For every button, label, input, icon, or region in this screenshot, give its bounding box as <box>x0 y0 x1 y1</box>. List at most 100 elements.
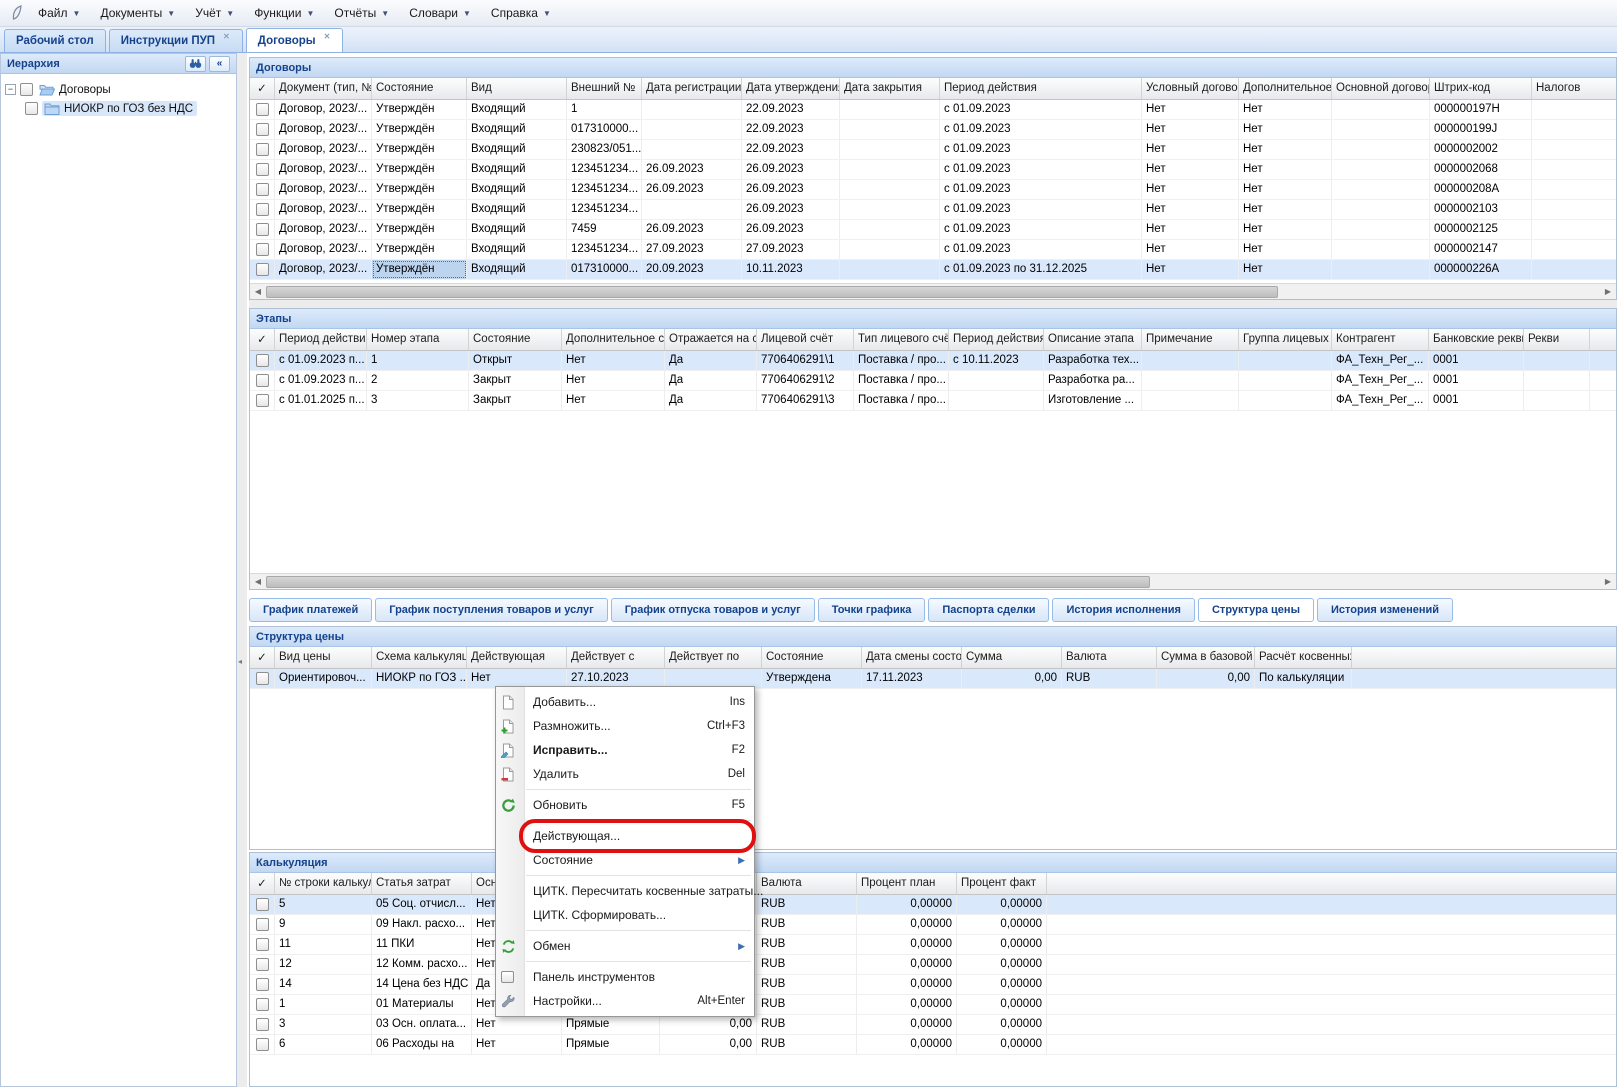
menu-item-2[interactable]: Размножить...Ctrl+F3 <box>496 714 754 738</box>
table-row[interactable]: 303 Осн. оплата...НетПрямые0,00RUB0,0000… <box>250 1015 1616 1035</box>
table-row[interactable]: Договор, 2023/...УтверждёнВходящий745926… <box>250 220 1616 240</box>
tab-3[interactable]: Договоры✕ <box>246 28 344 52</box>
column-header[interactable]: Период действия.. <box>275 329 367 350</box>
tree-node-contracts[interactable]: − Договоры <box>5 80 232 99</box>
column-header[interactable]: Штрих-код <box>1430 78 1532 99</box>
column-header[interactable]: Тип лицевого счёт <box>854 329 949 350</box>
row-checkbox[interactable] <box>256 143 269 156</box>
column-header[interactable]: Сумма в базовой в <box>1157 647 1255 668</box>
contracts-hscrollbar[interactable]: ◀ ▶ <box>250 283 1616 299</box>
column-header[interactable]: Контрагент <box>1332 329 1429 350</box>
column-header[interactable]: Расчёт косвенных <box>1255 647 1352 668</box>
subtab-7[interactable]: Структура цены <box>1198 598 1314 622</box>
row-checkbox[interactable] <box>256 374 269 387</box>
table-row[interactable]: с 01.09.2023 п...2ЗакрытНетДа7706406291\… <box>250 371 1616 391</box>
column-header[interactable]: Рекви <box>1524 329 1590 350</box>
row-checkbox[interactable] <box>256 394 269 407</box>
subtab-8[interactable]: История изменений <box>1317 598 1453 622</box>
select-all-column-header[interactable]: ✓ <box>250 647 275 668</box>
column-header[interactable]: Банковские рекви <box>1429 329 1524 350</box>
tree-expander-icon[interactable]: − <box>5 84 16 95</box>
column-header[interactable]: Дата регистрации. <box>642 78 742 99</box>
row-checkbox[interactable] <box>256 243 269 256</box>
column-header[interactable]: Дата смены состоя <box>862 647 962 668</box>
menu-item-12[interactable]: Настройки...Alt+Enter <box>496 989 754 1013</box>
column-header[interactable]: Состояние <box>469 329 562 350</box>
table-row[interactable]: Договор, 2023/...УтверждёнВходящий123451… <box>250 200 1616 220</box>
stages-hscrollbar[interactable]: ◀ ▶ <box>250 573 1616 589</box>
column-header[interactable]: Процент план <box>857 873 957 894</box>
column-header[interactable]: № строки калькул <box>275 873 372 894</box>
table-row[interactable]: 606 Расходы наНетПрямые0,00RUB0,000000,0… <box>250 1035 1616 1055</box>
table-row[interactable]: 505 Соц. отчисл...НетRUB0,000000,00000 <box>250 895 1616 915</box>
column-header[interactable]: Налогов <box>1532 78 1616 99</box>
menubar-item-3[interactable]: Учёт▼ <box>185 2 244 24</box>
row-checkbox[interactable] <box>256 918 269 931</box>
tab-1[interactable]: Рабочий стол <box>4 29 106 52</box>
column-header[interactable]: Документ (тип, № <box>275 78 372 99</box>
column-header[interactable]: Состояние <box>762 647 862 668</box>
row-checkbox[interactable] <box>256 898 269 911</box>
table-row[interactable]: Ориентировоч...НИОКР по ГОЗ ...Нет27.10.… <box>250 669 1616 689</box>
tab-close-icon[interactable]: ✕ <box>222 32 231 42</box>
table-row[interactable]: Договор, 2023/...УтверждёнВходящий123451… <box>250 240 1616 260</box>
table-row[interactable]: 909 Накл. расхо...НетRUB0,000000,00000 <box>250 915 1616 935</box>
column-header[interactable]: Схема калькуляци <box>372 647 467 668</box>
menu-item-7[interactable]: Состояние▶ <box>496 848 754 872</box>
menu-item-1[interactable]: Добавить...Ins <box>496 690 754 714</box>
column-header[interactable]: Статья затрат <box>372 873 472 894</box>
search-binoculars-button[interactable] <box>185 56 206 72</box>
subtab-5[interactable]: Паспорта сделки <box>928 598 1049 622</box>
column-header[interactable]: Валюта <box>1062 647 1157 668</box>
table-row[interactable]: Договор, 2023/...УтверждёнВходящий122.09… <box>250 100 1616 120</box>
menu-item-9[interactable]: ЦИТК. Сформировать... <box>496 903 754 927</box>
select-all-column-header[interactable]: ✓ <box>250 873 275 894</box>
menu-item-4[interactable]: УдалитьDel <box>496 762 754 786</box>
subtab-3[interactable]: График отпуска товаров и услуг <box>611 598 815 622</box>
row-checkbox[interactable] <box>256 223 269 236</box>
menu-item-3[interactable]: Исправить...F2 <box>496 738 754 762</box>
column-header[interactable]: Состояние <box>372 78 467 99</box>
menubar-item-4[interactable]: Функции▼ <box>244 2 324 24</box>
scrollbar-thumb[interactable] <box>266 286 1278 298</box>
table-row[interactable]: Договор, 2023/...УтверждёнВходящий017310… <box>250 120 1616 140</box>
table-row[interactable]: Договор, 2023/...УтверждёнВходящий017310… <box>250 260 1616 280</box>
vertical-splitter[interactable]: ◂ <box>237 53 247 1087</box>
subtab-6[interactable]: История исполнения <box>1052 598 1195 622</box>
horizontal-splitter[interactable] <box>249 300 1617 308</box>
column-header[interactable]: Лицевой счёт <box>757 329 854 350</box>
subtab-2[interactable]: График поступления товаров и услуг <box>375 598 607 622</box>
column-header[interactable]: Процент факт <box>957 873 1047 894</box>
collapse-panel-button[interactable]: « <box>209 56 230 72</box>
tree-node-content[interactable]: НИОКР по ГОЗ без НДС <box>42 101 197 116</box>
column-header[interactable]: Условный договор <box>1142 78 1239 99</box>
column-header[interactable]: Описание этапа <box>1044 329 1142 350</box>
select-all-column-header[interactable]: ✓ <box>250 78 275 99</box>
scrollbar-thumb[interactable] <box>266 576 1150 588</box>
column-header[interactable]: Дополнительное с <box>1239 78 1332 99</box>
column-header[interactable]: Примечание <box>1142 329 1239 350</box>
column-header[interactable]: Сумма <box>962 647 1062 668</box>
scroll-right-icon[interactable]: ▶ <box>1600 574 1616 589</box>
menubar-item-5[interactable]: Отчёты▼ <box>324 2 399 24</box>
table-row[interactable]: 1111 ПКИНетRUB0,000000,00000 <box>250 935 1616 955</box>
menu-item-5[interactable]: ОбновитьF5 <box>496 793 754 817</box>
column-header[interactable]: Номер этапа <box>367 329 469 350</box>
tree-node-niokr[interactable]: НИОКР по ГОЗ без НДС <box>5 99 232 118</box>
row-checkbox[interactable] <box>256 183 269 196</box>
table-row[interactable]: 101 МатериалыНетПрямые0,00RUB0,000000,00… <box>250 995 1616 1015</box>
column-header[interactable]: Дата утверждения <box>742 78 840 99</box>
column-header[interactable]: Действующая <box>467 647 567 668</box>
menubar-item-1[interactable]: Файл▼ <box>28 2 90 24</box>
row-checkbox[interactable] <box>256 998 269 1011</box>
scroll-right-icon[interactable]: ▶ <box>1600 284 1616 299</box>
row-checkbox[interactable] <box>256 938 269 951</box>
menu-item-6[interactable]: Действующая... <box>496 824 754 848</box>
column-header[interactable]: Валюта <box>757 873 857 894</box>
column-header[interactable]: Дата закрытия <box>840 78 940 99</box>
table-row[interactable]: с 01.09.2023 п...1ОткрытНетДа7706406291\… <box>250 351 1616 371</box>
menubar-item-6[interactable]: Словари▼ <box>399 2 481 24</box>
tab-2[interactable]: Инструкции ПУП✕ <box>109 29 243 52</box>
scroll-left-icon[interactable]: ◀ <box>250 577 266 586</box>
table-row[interactable]: Договор, 2023/...УтверждёнВходящий230823… <box>250 140 1616 160</box>
